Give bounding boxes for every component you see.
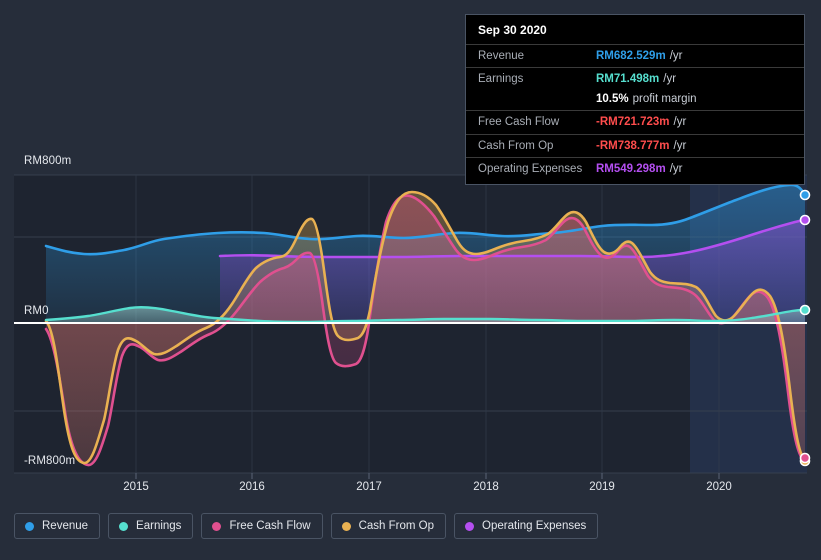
tooltip-row-key: Operating Expenses [478, 162, 596, 176]
x-tick-marks [136, 473, 719, 479]
endpoint-free-cash-flow [801, 454, 810, 463]
tooltip-rows: RevenueRM682.529m/yrEarningsRM71.498m/yr… [466, 44, 804, 180]
tooltip-row: RevenueRM682.529m/yr [466, 44, 804, 67]
tooltip-row-unit: /yr [674, 115, 687, 129]
y-axis-label-zero: RM0 [24, 305, 49, 317]
tooltip-row-unit: /yr [663, 72, 676, 86]
y-axis-label-top: RM800m [24, 155, 71, 167]
tooltip-row: Operating ExpensesRM549.298m/yr [466, 157, 804, 180]
legend-item-label: Free Cash Flow [229, 520, 310, 532]
tooltip-row-unit: /yr [670, 162, 683, 176]
tooltip-row-value: 10.5% [596, 92, 629, 106]
tooltip-row-unit: /yr [674, 139, 687, 153]
legend-item-label: Operating Expenses [482, 520, 586, 532]
data-tooltip: Sep 30 2020 RevenueRM682.529m/yrEarnings… [465, 14, 805, 185]
legend-item-free-cash-flow[interactable]: Free Cash Flow [201, 513, 322, 539]
legend-item-revenue[interactable]: Revenue [14, 513, 100, 539]
legend-item-label: Cash From Op [359, 520, 434, 532]
legend-item-operating-expenses[interactable]: Operating Expenses [454, 513, 598, 539]
legend-item-label: Revenue [42, 520, 88, 532]
x-axis-label-2018: 2018 [473, 481, 499, 493]
x-axis-label-2015: 2015 [123, 481, 149, 493]
financial-chart: RM800m RM0 -RM800m 201520162017201820192… [0, 0, 821, 560]
tooltip-date: Sep 30 2020 [466, 23, 804, 44]
endpoint-earnings [801, 306, 810, 315]
legend-color-dot-icon [465, 522, 474, 531]
tooltip-row: 10.5% profit margin [466, 91, 804, 110]
tooltip-row: EarningsRM71.498m/yr [466, 67, 804, 90]
x-axis-label-2017: 2017 [356, 481, 382, 493]
tooltip-row: Free Cash Flow-RM721.723m/yr [466, 110, 804, 133]
tooltip-row-value: -RM738.777m [596, 139, 670, 153]
y-axis-label-bottom: -RM800m [24, 455, 75, 467]
legend-color-dot-icon [119, 522, 128, 531]
legend-color-dot-icon [25, 522, 34, 531]
tooltip-row-key: Earnings [478, 72, 596, 86]
chart-legend: Revenue Earnings Free Cash Flow Cash From O… [14, 513, 598, 539]
tooltip-row-unit: /yr [670, 49, 683, 63]
tooltip-row: Cash From Op-RM738.777m/yr [466, 134, 804, 157]
endpoint-operating-expenses [801, 216, 810, 225]
tooltip-row-value: RM71.498m [596, 72, 659, 86]
tooltip-row-key: Revenue [478, 49, 596, 63]
legend-color-dot-icon [212, 522, 221, 531]
x-axis-label-2020: 2020 [706, 481, 732, 493]
legend-item-label: Earnings [136, 520, 181, 532]
tooltip-row-value: -RM721.723m [596, 115, 670, 129]
tooltip-row-key: Free Cash Flow [478, 115, 596, 129]
endpoint-revenue [801, 191, 810, 200]
tooltip-row-unit: profit margin [633, 92, 697, 106]
x-axis-label-2016: 2016 [239, 481, 265, 493]
legend-item-cash-from-op[interactable]: Cash From Op [331, 513, 446, 539]
legend-color-dot-icon [342, 522, 351, 531]
x-axis: 2015 2016 2017 2018 2019 2020 [0, 481, 821, 499]
legend-item-earnings[interactable]: Earnings [108, 513, 193, 539]
tooltip-row-value: RM549.298m [596, 162, 666, 176]
tooltip-row-key: Cash From Op [478, 139, 596, 153]
x-axis-label-2019: 2019 [589, 481, 615, 493]
tooltip-row-value: RM682.529m [596, 49, 666, 63]
